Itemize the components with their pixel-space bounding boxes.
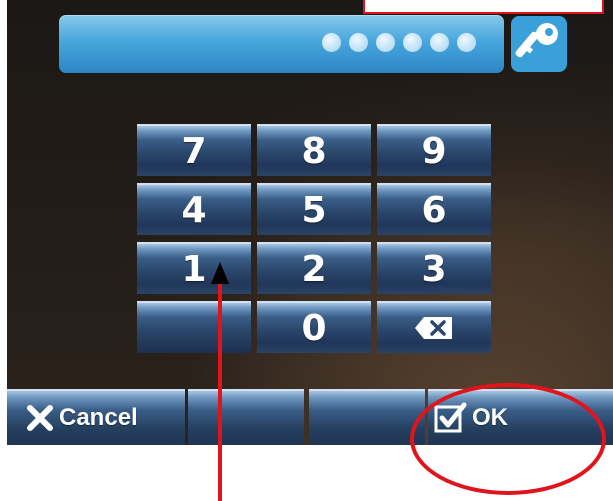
annotation-box-top: [363, 0, 604, 14]
digit-label: 3: [421, 248, 447, 290]
digit-label: 4: [181, 189, 207, 231]
close-icon: [27, 405, 53, 431]
cancel-button[interactable]: Cancel: [7, 389, 185, 445]
cancel-label: Cancel: [59, 404, 138, 431]
digit-key-7[interactable]: 7: [137, 124, 251, 176]
digit-label: 5: [301, 189, 327, 231]
digit-label: 0: [301, 307, 327, 349]
backspace-icon: [415, 317, 452, 339]
device-screen: 7894561230 Cancel OK: [7, 0, 613, 445]
pin-dots: [322, 33, 476, 52]
digit-key-4[interactable]: 4: [137, 183, 251, 235]
pin-dot: [376, 33, 395, 52]
blank-button-right[interactable]: [309, 389, 425, 445]
pin-dot: [322, 33, 341, 52]
digit-label: 2: [301, 248, 327, 290]
pin-dot: [403, 33, 422, 52]
pin-dot: [457, 33, 476, 52]
digit-key-2[interactable]: 2: [257, 242, 371, 294]
digit-label: 1: [181, 248, 207, 290]
pin-entry-field[interactable]: [59, 15, 504, 73]
backspace-key[interactable]: [377, 301, 491, 353]
digit-key-8[interactable]: 8: [257, 124, 371, 176]
pin-dot: [430, 33, 449, 52]
key-icon: [511, 16, 567, 72]
digit-key-6[interactable]: 6: [377, 183, 491, 235]
digit-key-9[interactable]: 9: [377, 124, 491, 176]
annotation-arrow: [211, 262, 229, 501]
digit-key-5[interactable]: 5: [257, 183, 371, 235]
digit-label: 6: [421, 189, 447, 231]
digit-key-3[interactable]: 3: [377, 242, 491, 294]
digit-label: 8: [301, 130, 327, 172]
digit-key-0[interactable]: 0: [257, 301, 371, 353]
digit-label: 7: [181, 130, 207, 172]
digit-label: 9: [421, 130, 447, 172]
annotation-ellipse: [410, 383, 606, 495]
pin-dot: [349, 33, 368, 52]
